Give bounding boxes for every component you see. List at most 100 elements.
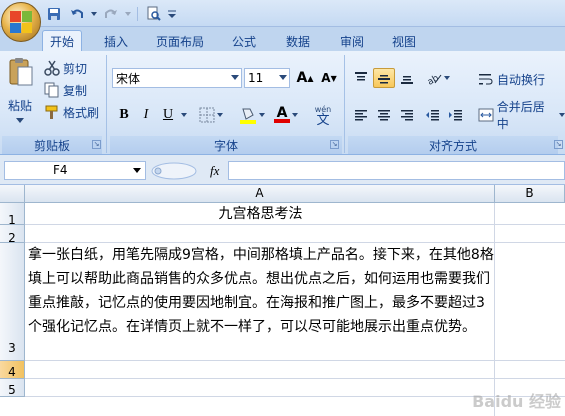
office-logo-icon (10, 11, 32, 33)
row-header-1[interactable]: 1 (0, 203, 25, 227)
font-size-value: 11 (248, 71, 264, 85)
tab-formulas[interactable]: 公式 (224, 31, 264, 51)
customize-qat-icon[interactable] (166, 5, 178, 23)
align-center-button[interactable] (373, 105, 395, 125)
tab-data[interactable]: 数据 (278, 31, 318, 51)
align-bottom-button[interactable] (396, 68, 418, 88)
row-header-3[interactable]: 3 (0, 243, 25, 361)
select-all-corner[interactable] (0, 185, 25, 203)
group-separator (106, 55, 107, 153)
watermark: Baidu 经验 (472, 392, 561, 411)
formula-input[interactable] (228, 161, 565, 180)
wrap-text-icon (479, 74, 493, 85)
borders-button[interactable] (196, 105, 226, 125)
font-dialog-launcher-icon[interactable]: ↘ (330, 140, 339, 149)
formula-bar-splitter-icon[interactable] (150, 162, 198, 180)
cell-a1[interactable]: 九宫格思考法 (26, 205, 495, 223)
cut-label: 剪切 (63, 61, 88, 76)
font-color-button[interactable]: A (270, 105, 302, 125)
decrease-indent-button[interactable] (422, 105, 444, 125)
merge-center-button[interactable]: 合并后居中 (478, 100, 565, 131)
fill-color-button[interactable] (236, 105, 268, 125)
tab-insert[interactable]: 插入 (96, 31, 136, 51)
format-painter-icon (45, 105, 58, 119)
ribbon-tab-row: 开始 插入 页面布局 公式 数据 审阅 视图 (0, 27, 565, 51)
formula-controls: fx (150, 161, 228, 180)
tab-page-layout[interactable]: 页面布局 (150, 31, 210, 51)
align-bottom-icon (401, 76, 413, 84)
copy-icon (44, 82, 59, 98)
redo-icon[interactable] (101, 5, 121, 23)
increase-indent-button[interactable] (445, 105, 467, 125)
worksheet-grid[interactable]: A B 1 2 3 4 5 九宫格思考法 拿一张白纸，用笔先隔成9宫格，中间那格… (0, 185, 565, 416)
name-box[interactable]: F4 (4, 161, 146, 180)
paste-button[interactable]: 粘贴 (4, 57, 36, 131)
format-painter-button[interactable]: 格式刷 (44, 103, 99, 121)
font-group-label: 字体 (110, 136, 342, 154)
format-painter-label: 格式刷 (63, 105, 100, 120)
borders-icon (199, 107, 215, 123)
paste-icon (9, 58, 33, 86)
row-header-5[interactable]: 5 (0, 379, 25, 397)
cell-a3[interactable]: 拿一张白纸，用笔先隔成9宫格，中间那格填上产品名。接下来，在其他8格填上可以帮助… (28, 243, 494, 339)
orientation-icon: ab (426, 73, 442, 85)
tab-home[interactable]: 开始 (42, 30, 82, 51)
phonetic-guide-button[interactable]: wén 文 (306, 101, 340, 129)
merge-center-dropdown-icon (559, 113, 565, 117)
merge-center-icon (478, 108, 494, 122)
formula-bar: F4 fx (0, 155, 565, 185)
grow-font-label: A (296, 70, 308, 86)
save-icon[interactable] (44, 5, 64, 23)
redo-dropdown-icon[interactable] (124, 5, 132, 23)
clipboard-group-label: 剪贴板 (2, 136, 102, 154)
font-name-combo[interactable]: 宋体 (112, 68, 242, 88)
row-header-4[interactable]: 4 (0, 361, 25, 379)
gridline (494, 203, 495, 416)
column-header-a[interactable]: A (25, 185, 495, 203)
undo-dropdown-icon[interactable] (90, 5, 98, 23)
quick-access-toolbar (44, 4, 178, 23)
align-left-button[interactable] (350, 105, 372, 125)
wrap-text-button[interactable]: 自动换行 (478, 70, 545, 88)
align-right-icon (401, 110, 413, 121)
column-header-b[interactable]: B (495, 185, 565, 203)
decrease-indent-icon (426, 110, 439, 121)
alignment-group-label: 对齐方式 (348, 136, 558, 154)
clipboard-dialog-launcher-icon[interactable]: ↘ (92, 140, 101, 149)
bold-button[interactable]: B (114, 105, 134, 125)
undo-icon[interactable] (67, 5, 87, 23)
align-middle-icon (378, 75, 390, 84)
grow-font-button[interactable]: A ▲ (294, 68, 316, 88)
shrink-font-arrow-icon: ▼ (330, 73, 337, 83)
gridline (25, 224, 565, 225)
orientation-button[interactable]: ab (422, 68, 454, 88)
font-name-value: 宋体 (116, 71, 141, 86)
alignment-dialog-launcher-icon[interactable]: ↘ (554, 140, 563, 149)
insert-function-icon[interactable]: fx (210, 163, 219, 179)
font-size-combo[interactable]: 11 (244, 68, 290, 88)
align-center-icon (378, 110, 390, 121)
align-top-button[interactable] (350, 68, 372, 88)
cut-button[interactable]: 剪切 (44, 59, 87, 77)
merge-center-label: 合并后居中 (496, 100, 545, 131)
align-right-button[interactable] (396, 105, 418, 125)
print-preview-icon[interactable] (143, 5, 163, 23)
font-color-letter: A (276, 105, 288, 121)
italic-button[interactable]: I (136, 105, 156, 125)
name-box-dropdown-icon (133, 168, 141, 173)
phonetic-char: 文 (316, 113, 330, 128)
svg-text:ab: ab (426, 73, 441, 85)
align-middle-button[interactable] (373, 68, 395, 88)
shrink-font-button[interactable]: A ▼ (318, 68, 340, 88)
row-header-2[interactable]: 2 (0, 225, 25, 245)
copy-button[interactable]: 复制 (44, 81, 87, 99)
font-color-icon: A (274, 105, 290, 123)
fill-color-icon (240, 108, 256, 124)
qat-separator (137, 6, 138, 21)
underline-button[interactable]: U (158, 105, 178, 125)
underline-dropdown-icon[interactable] (178, 105, 190, 125)
tab-review[interactable]: 审阅 (332, 31, 372, 51)
office-button[interactable] (1, 2, 41, 42)
tab-view[interactable]: 视图 (384, 31, 424, 51)
align-top-icon (355, 72, 367, 81)
